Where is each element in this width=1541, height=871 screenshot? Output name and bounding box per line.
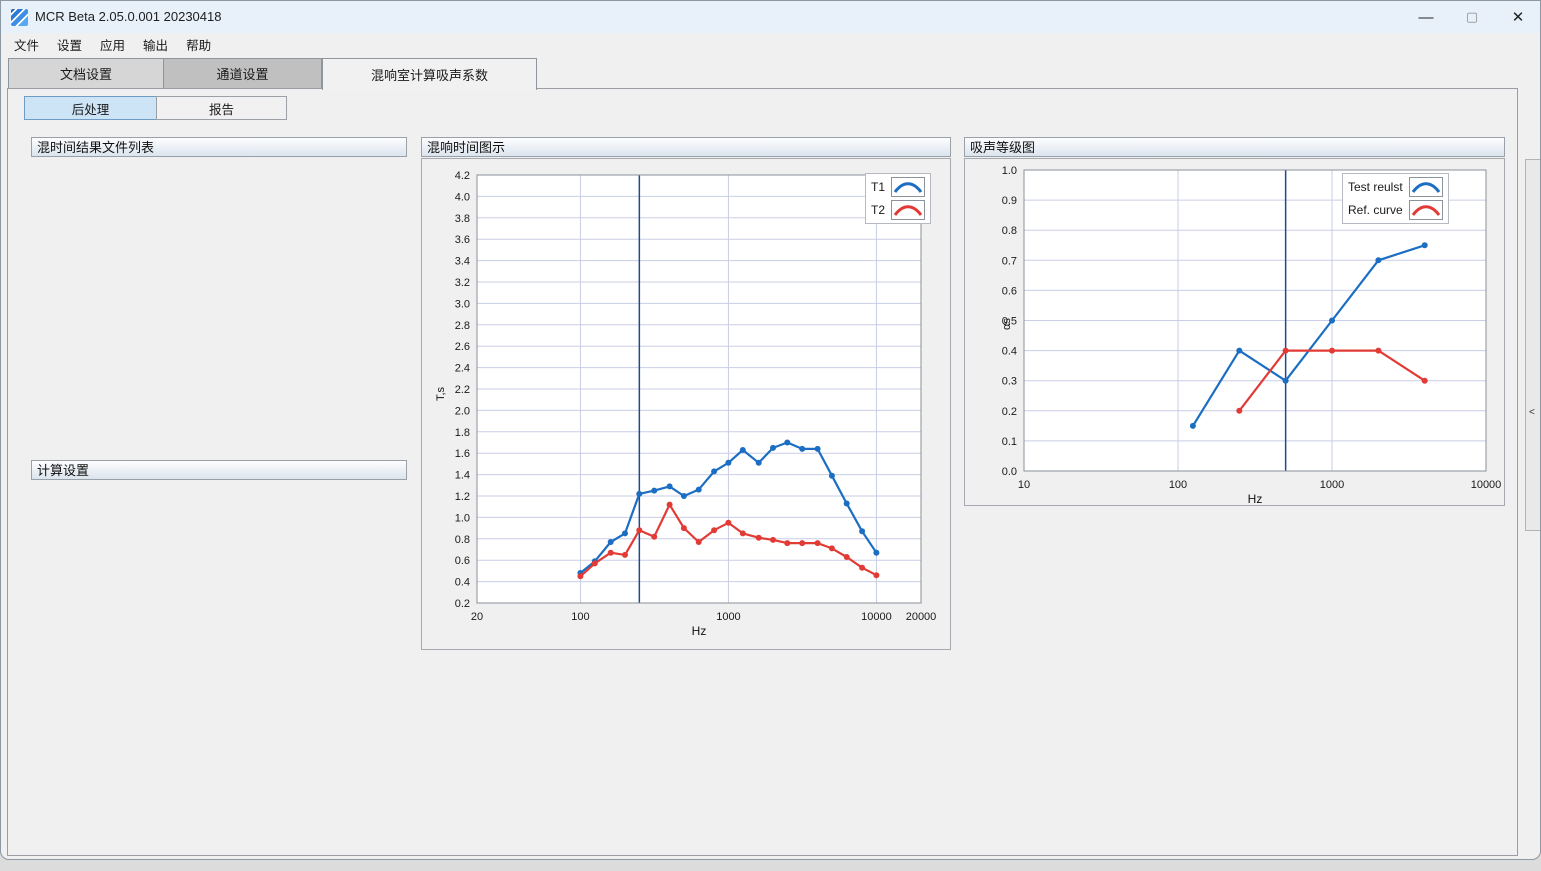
legend-entry: T2	[871, 200, 925, 220]
svg-text:10000: 10000	[1471, 479, 1502, 491]
rt-chart-header: 混响时间图示	[421, 137, 951, 157]
svg-text:3.2: 3.2	[455, 277, 470, 289]
svg-text:1.6: 1.6	[455, 448, 470, 460]
svg-text:0.6: 0.6	[455, 555, 470, 567]
svg-text:0.2: 0.2	[1002, 406, 1017, 418]
svg-text:1000: 1000	[1320, 479, 1344, 491]
svg-text:1.4: 1.4	[455, 470, 470, 482]
menu-item-4[interactable]: 帮助	[177, 33, 220, 56]
svg-text:100: 100	[571, 611, 589, 623]
window-title: MCR Beta 2.05.0.001 20230418	[35, 9, 221, 24]
svg-text:Hz: Hz	[1248, 492, 1263, 505]
svg-text:0.4: 0.4	[455, 577, 470, 589]
svg-text:4.2: 4.2	[455, 170, 470, 182]
legend-curve-icon	[891, 177, 925, 197]
svg-text:1.8: 1.8	[455, 427, 470, 439]
tab-postprocess[interactable]: 后处理	[24, 96, 157, 120]
svg-text:3.8: 3.8	[455, 213, 470, 225]
svg-text:2.0: 2.0	[455, 405, 470, 417]
rt-chart-legend: T1 T2	[865, 173, 931, 224]
minimize-button[interactable]: —	[1403, 1, 1449, 33]
legend-label: Ref. curve	[1348, 203, 1403, 217]
legend-entry: Test reulst	[1348, 177, 1443, 197]
main-tab-2[interactable]: 混响室计算吸声系数	[322, 58, 537, 90]
legend-curve-icon	[1409, 200, 1443, 220]
legend-entry: Ref. curve	[1348, 200, 1443, 220]
svg-text:0.4: 0.4	[1002, 346, 1017, 358]
main-tab-0[interactable]: 文档设置	[8, 58, 164, 88]
svg-text:3.0: 3.0	[455, 298, 470, 310]
legend-curve-icon	[1409, 177, 1443, 197]
svg-text:2.6: 2.6	[455, 341, 470, 353]
svg-text:0.3: 0.3	[1002, 376, 1017, 388]
svg-text:4.0: 4.0	[455, 191, 470, 203]
menu-item-2[interactable]: 应用	[91, 33, 134, 56]
svg-text:T,s: T,s	[435, 386, 447, 401]
file-list-header: 混时间结果文件列表	[31, 137, 407, 157]
legend-curve-icon	[891, 200, 925, 220]
app-window: MCR Beta 2.05.0.001 20230418 — ▢ ✕ 文件设置应…	[0, 0, 1541, 860]
svg-text:2.4: 2.4	[455, 363, 470, 375]
svg-text:10: 10	[1018, 479, 1030, 491]
tab-report[interactable]: 报告	[156, 96, 287, 120]
svg-text:1000: 1000	[716, 611, 740, 623]
close-button[interactable]: ✕	[1495, 1, 1541, 33]
svg-text:10000: 10000	[861, 611, 892, 623]
legend-label: Test reulst	[1348, 180, 1403, 194]
svg-text:αs: αs	[1001, 318, 1013, 330]
legend-entry: T1	[871, 177, 925, 197]
legend-label: T1	[871, 180, 885, 194]
svg-text:0.6: 0.6	[1002, 285, 1017, 297]
svg-text:3.4: 3.4	[455, 256, 470, 268]
svg-text:Hz: Hz	[692, 624, 707, 638]
grade-chart-header: 吸声等级图	[964, 137, 1505, 157]
menu-bar: 文件设置应用输出帮助	[1, 33, 1540, 56]
svg-text:0.0: 0.0	[1002, 466, 1017, 478]
title-bar: MCR Beta 2.05.0.001 20230418 — ▢ ✕	[1, 1, 1540, 33]
svg-text:20000: 20000	[906, 611, 937, 623]
svg-text:0.8: 0.8	[455, 534, 470, 546]
svg-text:2.8: 2.8	[455, 320, 470, 332]
svg-text:0.7: 0.7	[1002, 255, 1017, 267]
svg-text:2.2: 2.2	[455, 384, 470, 396]
main-tab-1[interactable]: 通道设置	[164, 58, 322, 88]
svg-text:1.0: 1.0	[1002, 165, 1017, 177]
svg-text:3.6: 3.6	[455, 234, 470, 246]
svg-text:0.8: 0.8	[1002, 225, 1017, 237]
grade-chart-legend: Test reulst Ref. curve	[1342, 173, 1449, 224]
svg-text:0.2: 0.2	[455, 598, 470, 610]
tab-strip: 文档设置通道设置混响室计算吸声系数	[8, 58, 537, 89]
svg-text:20: 20	[471, 611, 483, 623]
svg-text:0.9: 0.9	[1002, 195, 1017, 207]
collapse-splitter[interactable]: <	[1525, 159, 1541, 531]
reverberation-time-chart[interactable]: 0.2 0.4 0.6 0.8 1.0 1.2 1.4 1.6 1.8 2.0 2.2 2.4 2.6 2…	[422, 159, 950, 649]
app-icon	[11, 9, 28, 26]
svg-text:100: 100	[1169, 479, 1187, 491]
menu-item-0[interactable]: 文件	[5, 33, 48, 56]
svg-text:1.0: 1.0	[455, 512, 470, 524]
calc-settings-header: 计算设置	[31, 460, 407, 480]
svg-text:0.1: 0.1	[1002, 436, 1017, 448]
menu-item-3[interactable]: 输出	[134, 33, 177, 56]
collapse-left-icon[interactable]: <	[1529, 407, 1535, 418]
legend-label: T2	[871, 203, 885, 217]
svg-text:1.2: 1.2	[455, 491, 470, 503]
menu-item-1[interactable]: 设置	[48, 33, 91, 56]
maximize-button[interactable]: ▢	[1449, 1, 1495, 33]
rt-chart-box: 0.2 0.4 0.6 0.8 1.0 1.2 1.4 1.6 1.8 2.0 2.2 2.4 2.6 2…	[421, 158, 951, 650]
